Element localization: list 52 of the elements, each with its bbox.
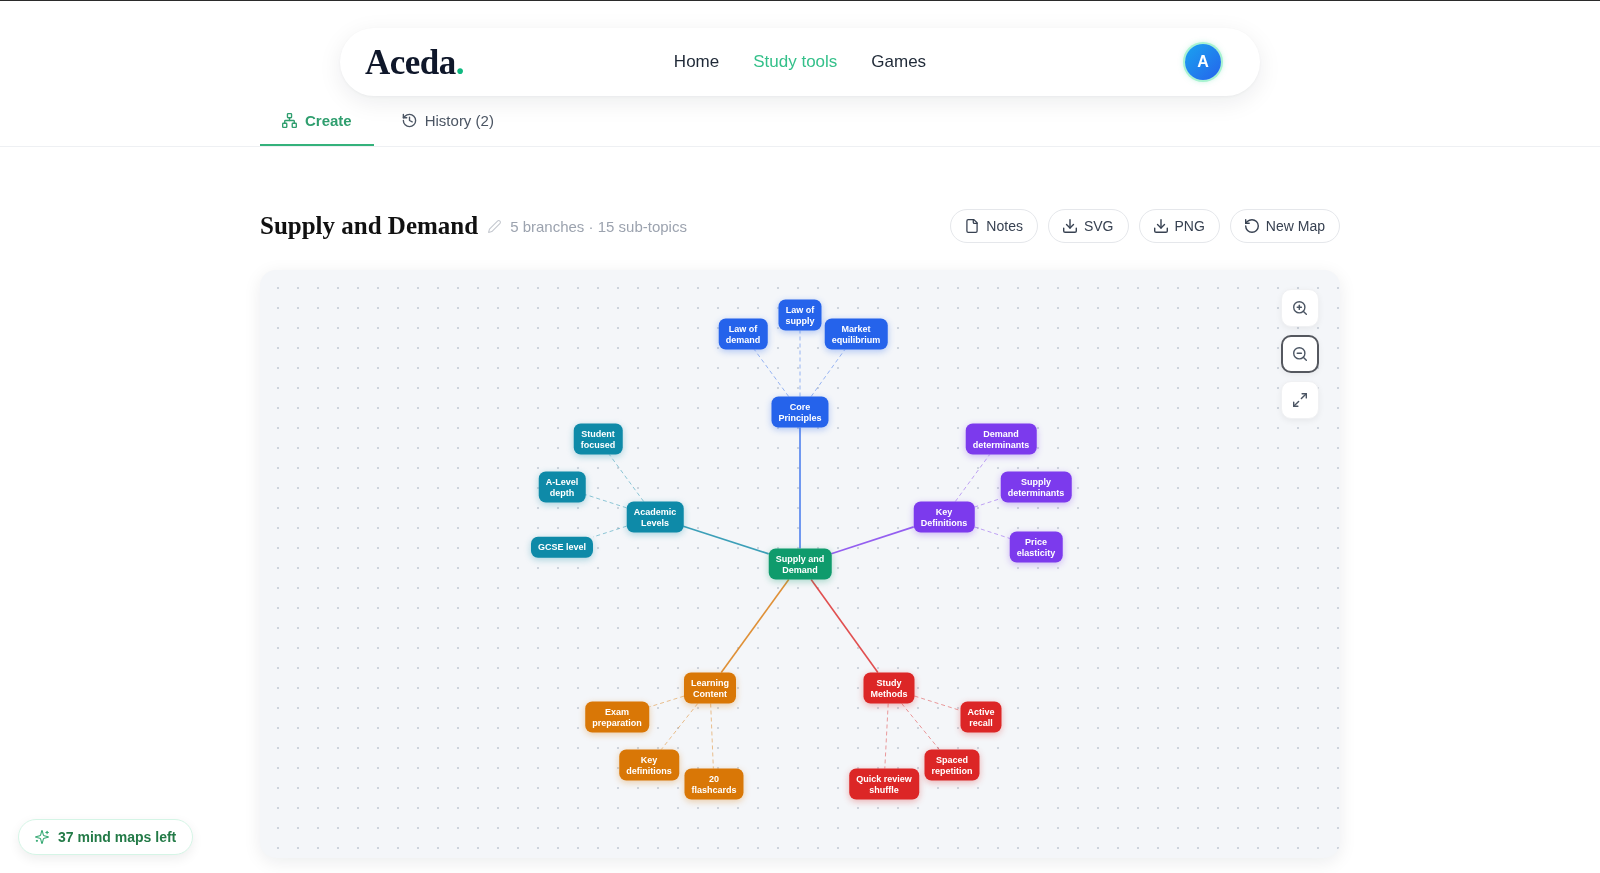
hierarchy-icon xyxy=(282,112,297,128)
map-title: Supply and Demand xyxy=(260,212,479,240)
topic-node: 20 flashcards xyxy=(684,768,744,800)
topic-node: A-Level depth xyxy=(538,471,586,503)
history-icon xyxy=(401,112,417,128)
avatar[interactable]: A xyxy=(1185,44,1221,80)
logo[interactable]: Aceda. xyxy=(365,44,465,80)
topic-node: Quick review shuffle xyxy=(849,768,919,800)
branch-node: Study Methods xyxy=(863,672,915,704)
zoom-in-button[interactable] xyxy=(1281,289,1319,327)
topic-node: Price elasticity xyxy=(1009,531,1063,563)
rotate-icon xyxy=(1244,219,1259,233)
quota-label: 37 mind maps left xyxy=(58,829,177,845)
topic-node: Demand determinants xyxy=(965,423,1037,455)
topic-node: Spaced repetition xyxy=(924,749,980,781)
nav-link[interactable]: Home xyxy=(673,52,720,72)
topic-node: Exam preparation xyxy=(585,701,649,733)
download-icon xyxy=(1153,219,1168,233)
topic-node: GCSE level xyxy=(531,536,593,558)
reset-button[interactable]: New Map xyxy=(1229,209,1340,243)
zoom-out-button[interactable] xyxy=(1281,335,1319,373)
document-icon xyxy=(965,219,980,233)
expand-icon xyxy=(1293,393,1307,407)
map-stats: 5 branches · 15 sub-topics xyxy=(510,217,687,235)
connector-line xyxy=(973,526,1011,539)
sparkle-icon xyxy=(35,830,49,844)
branch-node: Learning Content xyxy=(684,672,736,704)
topic-node: Active recall xyxy=(960,701,1002,733)
topic-node: Student focused xyxy=(573,423,623,455)
tab[interactable]: History (2) xyxy=(379,96,516,146)
topic-node: Market equilibrium xyxy=(824,318,888,350)
download-icon xyxy=(1062,219,1077,233)
connector-line xyxy=(799,330,801,397)
topic-node: Key definitions xyxy=(619,749,679,781)
zoom-out-icon xyxy=(1293,347,1307,361)
notes-button[interactable]: Notes xyxy=(950,209,1038,243)
download-button[interactable]: PNG xyxy=(1138,209,1220,243)
branch-node: Key Definitions xyxy=(913,501,975,533)
fit-view-button[interactable] xyxy=(1281,381,1319,419)
zoom-in-icon xyxy=(1293,301,1307,315)
branch-node: Core Principles xyxy=(771,396,829,428)
nav-link[interactable]: Games xyxy=(871,52,927,72)
topic-node: Supply determinants xyxy=(1000,471,1072,503)
connector-line xyxy=(710,703,714,769)
branch-node: Academic Levels xyxy=(626,501,684,533)
root-node: Supply and Demand xyxy=(768,548,832,580)
topic-node: Law of supply xyxy=(778,299,822,331)
connector-line xyxy=(810,349,846,397)
download-button[interactable]: SVG xyxy=(1047,209,1129,243)
connector-line xyxy=(753,349,790,397)
topic-node: Law of demand xyxy=(718,318,768,350)
connector-line xyxy=(592,525,628,538)
